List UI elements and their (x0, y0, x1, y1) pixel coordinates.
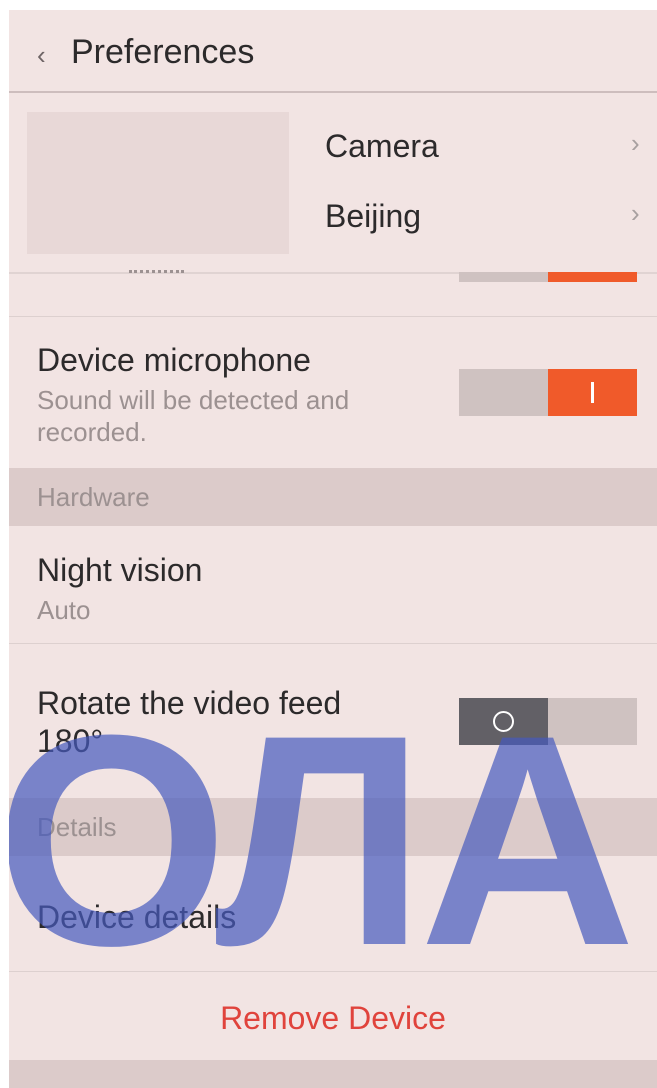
section-label: Details (37, 812, 117, 842)
partially-hidden-label (129, 260, 184, 273)
on-indicator-icon (591, 382, 594, 403)
off-indicator-icon (493, 711, 514, 732)
rotate-toggle[interactable] (459, 698, 637, 745)
rotate-title-line2: 180° (37, 723, 104, 759)
footer-bar (9, 1060, 657, 1088)
partially-hidden-toggle[interactable] (459, 272, 637, 282)
night-vision-value: Auto (37, 595, 91, 625)
device-details-row[interactable]: Device details (37, 899, 236, 936)
camera-name[interactable]: Camera (325, 128, 439, 165)
chevron-right-icon[interactable]: › (631, 198, 640, 229)
section-label: Hardware (37, 482, 150, 512)
camera-thumbnail (27, 112, 289, 254)
remove-device-button[interactable]: Remove Device (9, 1000, 657, 1037)
divider (9, 316, 657, 317)
chevron-right-icon[interactable]: › (631, 128, 640, 159)
header: ‹ Preferences (9, 10, 657, 93)
preferences-screen: ‹ Preferences Camera › Beijing › Device … (9, 10, 657, 1088)
section-header-details: Details (9, 798, 657, 856)
back-icon[interactable]: ‹ (37, 40, 46, 71)
section-header-hardware: Hardware (9, 468, 657, 526)
microphone-title: Device microphone (37, 342, 311, 378)
divider (9, 643, 657, 644)
rotate-title-line1: Rotate the video feed (37, 685, 342, 721)
night-vision-title: Night vision (37, 552, 203, 588)
microphone-toggle[interactable] (459, 369, 637, 416)
toggle-knob (459, 698, 548, 745)
microphone-subtitle: Sound will be detected and recorded. (37, 385, 350, 447)
page-title[interactable]: Preferences (71, 33, 254, 72)
divider (9, 971, 657, 972)
toggle-knob (548, 369, 637, 416)
camera-location[interactable]: Beijing (325, 198, 421, 235)
